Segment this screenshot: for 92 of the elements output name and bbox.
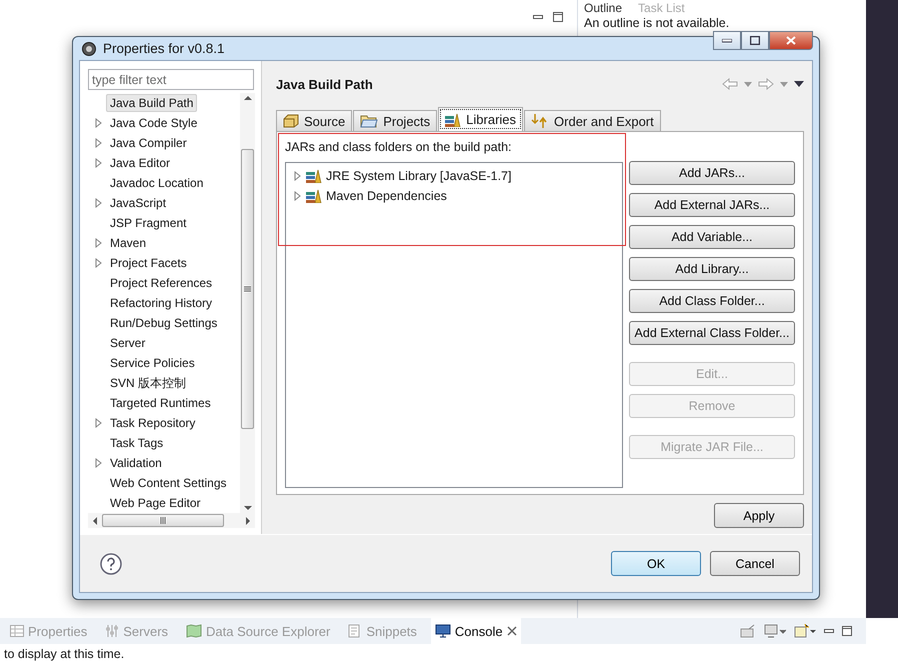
scroll-down-icon[interactable]	[244, 505, 252, 511]
maximize-icon[interactable]	[553, 12, 563, 22]
minimize-button[interactable]	[713, 31, 741, 50]
back-arrow-icon[interactable]	[722, 78, 738, 90]
tree-item[interactable]: Project Facets	[106, 254, 191, 272]
expand-arrow-icon[interactable]	[96, 458, 102, 468]
snippets-icon	[348, 624, 362, 638]
scroll-up-icon[interactable]	[244, 95, 252, 101]
expand-arrow-icon[interactable]	[96, 238, 102, 248]
tab[interactable]: Projects	[353, 110, 438, 131]
folder-icon	[360, 114, 378, 128]
expand-arrow-icon[interactable]	[96, 118, 102, 128]
apply-button[interactable]: Apply	[714, 503, 804, 528]
library-books-icon	[445, 112, 462, 126]
dropdown-icon[interactable]	[780, 82, 788, 86]
maximize-button[interactable]	[741, 31, 769, 50]
close-icon[interactable]	[506, 626, 517, 636]
minimize-icon	[722, 38, 732, 42]
maximize-icon[interactable]	[842, 626, 852, 636]
library-books-icon	[306, 189, 322, 203]
action-button[interactable]: Add External JARs...	[629, 193, 795, 217]
tab[interactable]: Source	[276, 110, 352, 131]
close-icon	[786, 36, 796, 45]
library-item[interactable]: JRE System Library [JavaSE-1.7]	[326, 169, 512, 183]
package-folder-icon	[283, 114, 299, 128]
tree-item[interactable]: Server	[106, 334, 150, 352]
close-button[interactable]	[769, 31, 813, 50]
tab[interactable]: Order and Export	[524, 110, 661, 131]
table-icon	[10, 625, 24, 637]
cancel-button[interactable]: Cancel	[710, 551, 800, 576]
action-button[interactable]: Add Library...	[629, 257, 795, 281]
menu-icon[interactable]	[794, 81, 804, 87]
map-icon	[186, 624, 202, 638]
tree-item[interactable]: Targeted Runtimes	[106, 394, 215, 412]
maximize-icon	[750, 36, 760, 45]
scroll-right-icon[interactable]	[245, 516, 251, 524]
ok-button[interactable]: OK	[611, 551, 701, 576]
view-tab[interactable]: Outline	[584, 2, 622, 14]
help-icon[interactable]	[100, 552, 122, 574]
vertical-scrollbar[interactable]	[240, 93, 255, 513]
tree-item[interactable]: SVN 版本控制	[106, 372, 190, 394]
tree-item[interactable]: Task Tags	[106, 434, 168, 452]
forward-arrow-icon[interactable]	[758, 78, 774, 90]
expand-arrow-icon[interactable]	[96, 258, 102, 268]
tree-item[interactable]: Run/Debug Settings	[106, 314, 222, 332]
servers-icon	[105, 624, 120, 638]
view-tab[interactable]: Console	[430, 618, 521, 644]
tree-item[interactable]: Maven	[106, 234, 150, 252]
list-label: JARs and class folders on the build path:	[285, 140, 513, 154]
grip-icon	[244, 286, 251, 292]
outline-message: An outline is not available.	[584, 16, 730, 30]
expand-arrow-icon[interactable]	[294, 171, 302, 181]
horizontal-scrollbar[interactable]	[88, 513, 255, 528]
expand-arrow-icon[interactable]	[96, 198, 102, 208]
tree-item[interactable]: Java Build Path	[106, 94, 198, 112]
action-button[interactable]: Add Variable...	[629, 225, 795, 249]
gear-icon	[81, 40, 97, 56]
tree-item[interactable]: Javadoc Location	[106, 174, 208, 192]
expand-arrow-icon[interactable]	[294, 191, 302, 201]
tree-item[interactable]: Project References	[106, 274, 216, 292]
console-message: to display at this time.	[3, 646, 126, 662]
new-console-icon[interactable]	[794, 624, 816, 638]
grip-icon	[160, 517, 166, 524]
action-button[interactable]: Add External Class Folder...	[629, 321, 795, 345]
tree-item[interactable]: Task Repository	[106, 414, 200, 432]
expand-arrow-icon[interactable]	[96, 158, 102, 168]
tree-item[interactable]: Service Policies	[106, 354, 199, 372]
tree-item[interactable]: Refactoring History	[106, 294, 216, 312]
page-title: Java Build Path	[276, 76, 373, 92]
scroll-left-icon[interactable]	[92, 516, 98, 524]
library-item[interactable]: Maven Dependencies	[326, 189, 447, 203]
monitor-icon	[434, 624, 451, 638]
tree-item[interactable]: Java Compiler	[106, 134, 191, 152]
dropdown-icon[interactable]	[744, 82, 752, 86]
dialog-title: Properties for v0.8.1	[103, 41, 225, 56]
reorder-arrows-icon	[531, 113, 550, 129]
tree-item[interactable]: Web Content Settings	[106, 474, 231, 492]
expand-arrow-icon[interactable]	[96, 138, 102, 148]
tab[interactable]: Libraries	[438, 107, 524, 131]
tree-item[interactable]: Java Editor	[106, 154, 174, 172]
tree-item[interactable]: JSP Fragment	[106, 214, 190, 232]
action-button[interactable]: Add JARs...	[629, 161, 795, 185]
tree-item[interactable]: Web Page Editor	[106, 494, 204, 512]
expand-arrow-icon[interactable]	[96, 418, 102, 428]
library-books-icon	[306, 169, 322, 183]
tree-item[interactable]: Validation	[106, 454, 166, 472]
tree-item[interactable]: JavaScript	[106, 194, 170, 212]
action-button[interactable]: Add Class Folder...	[629, 289, 795, 313]
filter-field[interactable]: type filter text	[88, 69, 254, 90]
pin-icon[interactable]	[740, 624, 756, 638]
tree-item[interactable]: Java Code Style	[106, 114, 202, 132]
display-icon[interactable]	[764, 624, 786, 638]
